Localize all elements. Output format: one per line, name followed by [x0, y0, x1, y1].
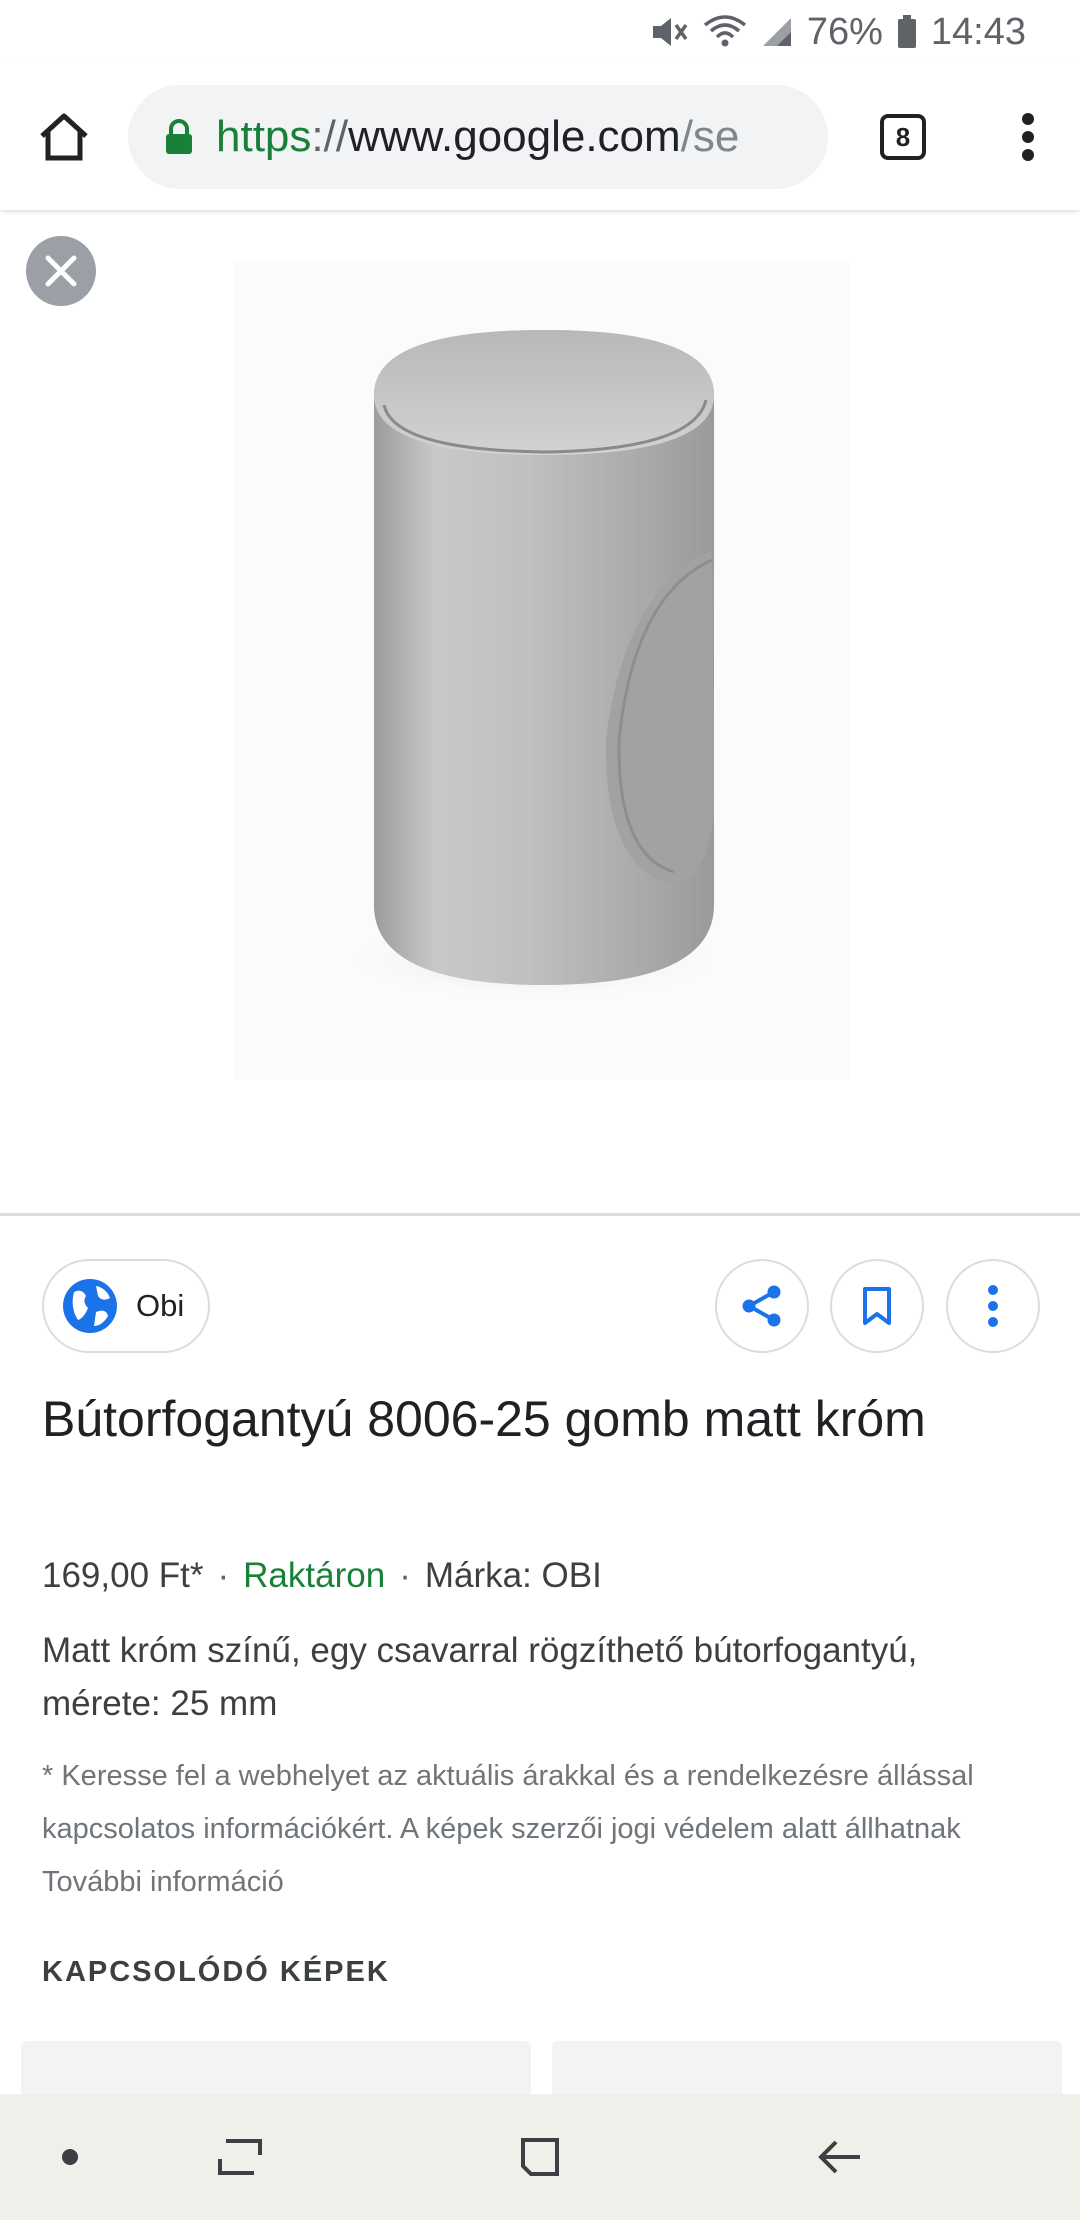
home-nav-button[interactable] [480, 2094, 600, 2220]
tabs-icon: 8 [880, 114, 926, 160]
stock-status: Raktáron [243, 1556, 386, 1595]
back-icon [818, 2140, 860, 2174]
more-options-button[interactable] [946, 1259, 1040, 1353]
back-button[interactable] [780, 2094, 900, 2220]
source-name: Obi [136, 1288, 185, 1323]
tab-switcher-button[interactable]: 8 [828, 64, 978, 210]
clock: 14:43 [930, 10, 1026, 53]
nav-dot-button[interactable] [30, 2094, 110, 2220]
url-bar[interactable]: https://www.google.com/se [128, 85, 828, 189]
lock-icon [166, 119, 192, 154]
image-viewer [0, 210, 1080, 1215]
system-nav-bar [0, 2094, 1080, 2220]
meta-separator: · [217, 1556, 230, 1595]
tab-count: 8 [895, 121, 911, 152]
close-button[interactable] [26, 236, 96, 306]
overflow-menu-icon [1022, 113, 1034, 161]
url-scheme: https [216, 112, 312, 161]
brand: Márka: OBI [424, 1556, 602, 1595]
url-host: www.google.com [348, 112, 681, 161]
recents-button[interactable] [180, 2094, 300, 2220]
url-text: https://www.google.com/se [216, 112, 739, 162]
more-vert-icon [988, 1285, 998, 1327]
bookmark-icon [863, 1287, 891, 1325]
save-button[interactable] [830, 1259, 924, 1353]
related-images-heading: KAPCSOLÓDÓ KÉPEK [42, 1956, 390, 1988]
url-path: /se [680, 112, 740, 161]
home-square-icon [521, 2138, 559, 2176]
product-title[interactable]: Bútorfogantyú 8006-25 gomb matt króm [42, 1380, 1042, 1458]
share-button[interactable] [715, 1259, 809, 1353]
product-meta: 169,00 Ft* · Raktáron · Márka: OBI [42, 1556, 602, 1596]
dot-icon [62, 2149, 78, 2165]
browser-toolbar: https://www.google.com/se 8 [0, 64, 1080, 210]
url-separator: :// [311, 112, 349, 161]
recents-icon [218, 2139, 262, 2175]
browser-menu-button[interactable] [978, 64, 1078, 210]
home-icon [40, 113, 88, 161]
disclaimer[interactable]: * Keresse fel a webhelyet az aktuális ár… [42, 1750, 1052, 1909]
product-description: Matt króm színű, egy csavarral rögzíthet… [42, 1631, 918, 1723]
signal-icon [761, 16, 793, 48]
divider [0, 1213, 1080, 1216]
battery-percent: 76% [806, 10, 883, 53]
status-bar: 76% 14:43 [0, 0, 1080, 64]
mute-icon [651, 15, 689, 49]
wifi-icon [703, 15, 747, 49]
battery-icon [897, 15, 917, 49]
globe-icon [63, 1279, 117, 1333]
share-icon [742, 1285, 781, 1327]
close-icon [45, 255, 77, 287]
price: 169,00 Ft* [42, 1556, 204, 1595]
source-chip[interactable]: Obi [42, 1259, 210, 1353]
product-image[interactable] [234, 260, 850, 1080]
home-button[interactable] [0, 64, 128, 210]
meta-separator: · [399, 1556, 411, 1595]
